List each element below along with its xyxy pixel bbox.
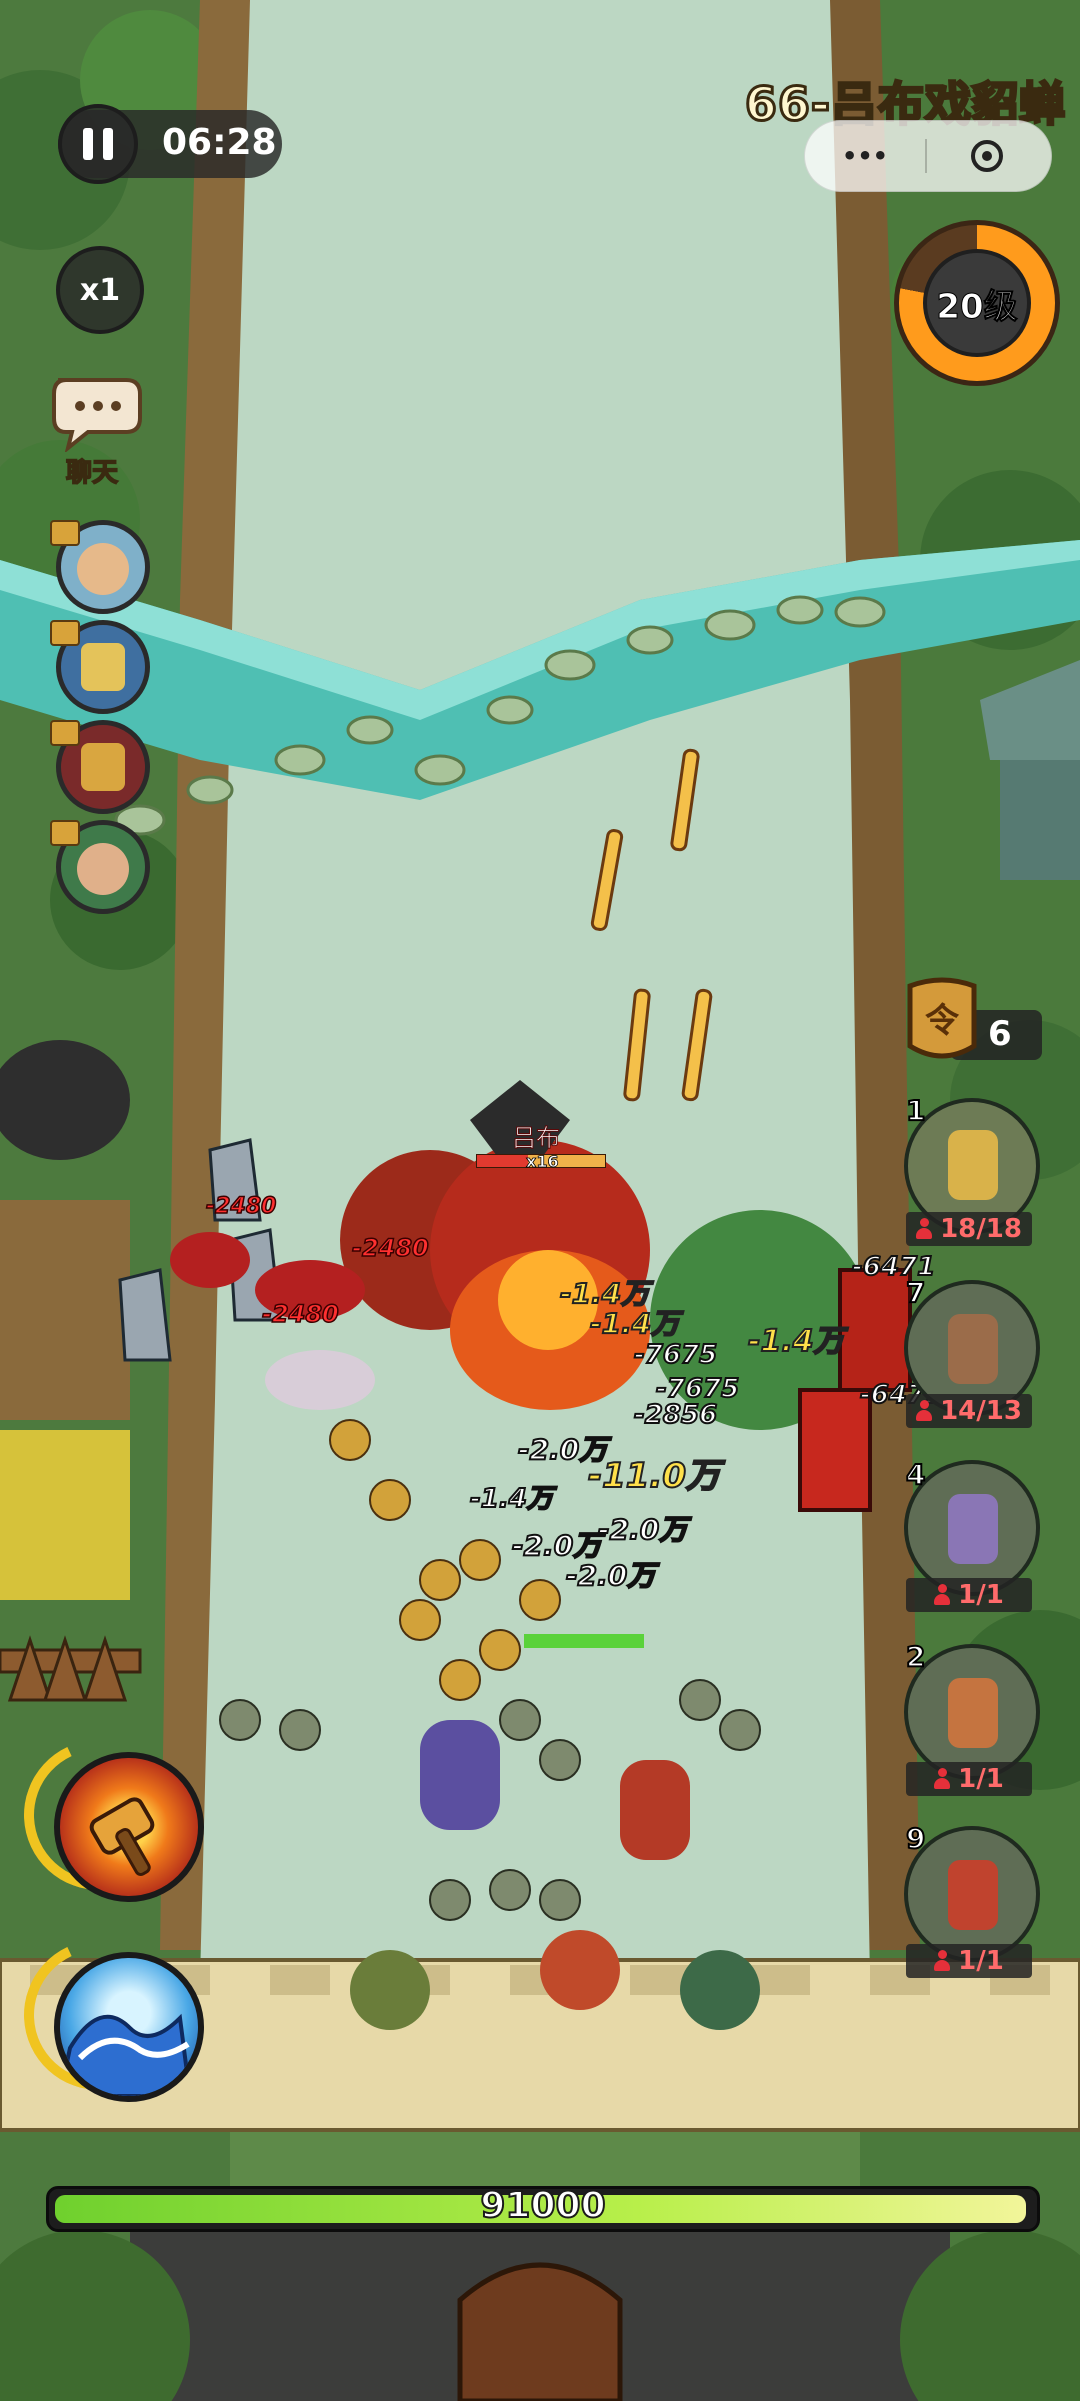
- mini-program-capsule: •••: [804, 120, 1052, 192]
- person-icon: [916, 1218, 933, 1240]
- chat-button[interactable]: 聊天: [48, 372, 152, 492]
- pause-button[interactable]: [58, 104, 138, 184]
- damage-number: -7675: [633, 1339, 718, 1371]
- unit-slot-3-number: 4: [905, 1457, 927, 1492]
- lock-icon: [50, 620, 80, 646]
- lock-icon: [50, 720, 80, 746]
- more-button[interactable]: •••: [805, 142, 925, 170]
- wave-skill-icon: [60, 2013, 193, 2096]
- wall-hp-value: 91000: [479, 2184, 606, 2227]
- damage-number: -2480: [351, 1233, 429, 1263]
- damage-number: -2.0万: [597, 1512, 688, 1547]
- wall-hp-bar: 91000: [46, 2184, 1040, 2232]
- damage-number: -2856: [633, 1399, 718, 1431]
- unit-slot-4-number: 2: [905, 1639, 927, 1674]
- level-progress-ring[interactable]: 20级: [894, 220, 1060, 386]
- speed-label: x1: [79, 272, 121, 308]
- token-counter[interactable]: 令 6: [900, 976, 1042, 1062]
- ally-hp-bar: [524, 1634, 644, 1648]
- unit-slot-2-number: 7: [905, 1275, 927, 1310]
- fire-hammer-skill-icon: [89, 1797, 155, 1876]
- lock-icon: [50, 520, 80, 546]
- token-icon: 令: [907, 977, 977, 1059]
- wave-skill-button[interactable]: [54, 1952, 204, 2102]
- person-icon: [916, 1400, 933, 1422]
- unit-slot-1-number: 1: [905, 1093, 927, 1128]
- svg-text:令: 令: [925, 1001, 960, 1041]
- target-icon: [971, 140, 1003, 172]
- boss-multiplier: x16: [526, 1152, 559, 1172]
- unit-slot-2-count: 14/13: [906, 1394, 1032, 1428]
- timer-text: 06:28: [162, 122, 277, 163]
- fire-hammer-skill-button[interactable]: [54, 1752, 204, 1902]
- person-icon: [934, 1950, 951, 1972]
- speed-button[interactable]: x1: [56, 246, 144, 334]
- unit-slot-5-count: 1/1: [906, 1944, 1032, 1978]
- damage-number: -2.0万: [565, 1558, 656, 1593]
- boss-name: 吕布: [512, 1124, 561, 1153]
- unit-slot-4-count: 1/1: [906, 1762, 1032, 1796]
- close-button[interactable]: [927, 140, 1047, 172]
- chat-label: 聊天: [65, 457, 119, 489]
- unit-slot-3-count: 1/1: [906, 1578, 1032, 1612]
- damage-number: -2480: [205, 1193, 277, 1220]
- person-icon: [934, 1768, 951, 1790]
- person-icon: [934, 1584, 951, 1606]
- lock-icon: [50, 820, 80, 846]
- damage-number: -11.0万: [587, 1455, 721, 1497]
- damage-number: -1.4万: [589, 1306, 680, 1341]
- damage-number: -2480: [261, 1299, 339, 1329]
- unit-slot-1-count: 18/18: [906, 1212, 1032, 1246]
- level-label: 20级: [936, 286, 1018, 327]
- chat-icon: [52, 378, 142, 454]
- token-count: 6: [988, 1014, 1012, 1054]
- pause-icon: [83, 128, 113, 160]
- damage-number: -1.4万: [747, 1323, 845, 1360]
- damage-number: -1.4万: [469, 1483, 554, 1515]
- unit-slot-5-number: 9: [905, 1821, 927, 1856]
